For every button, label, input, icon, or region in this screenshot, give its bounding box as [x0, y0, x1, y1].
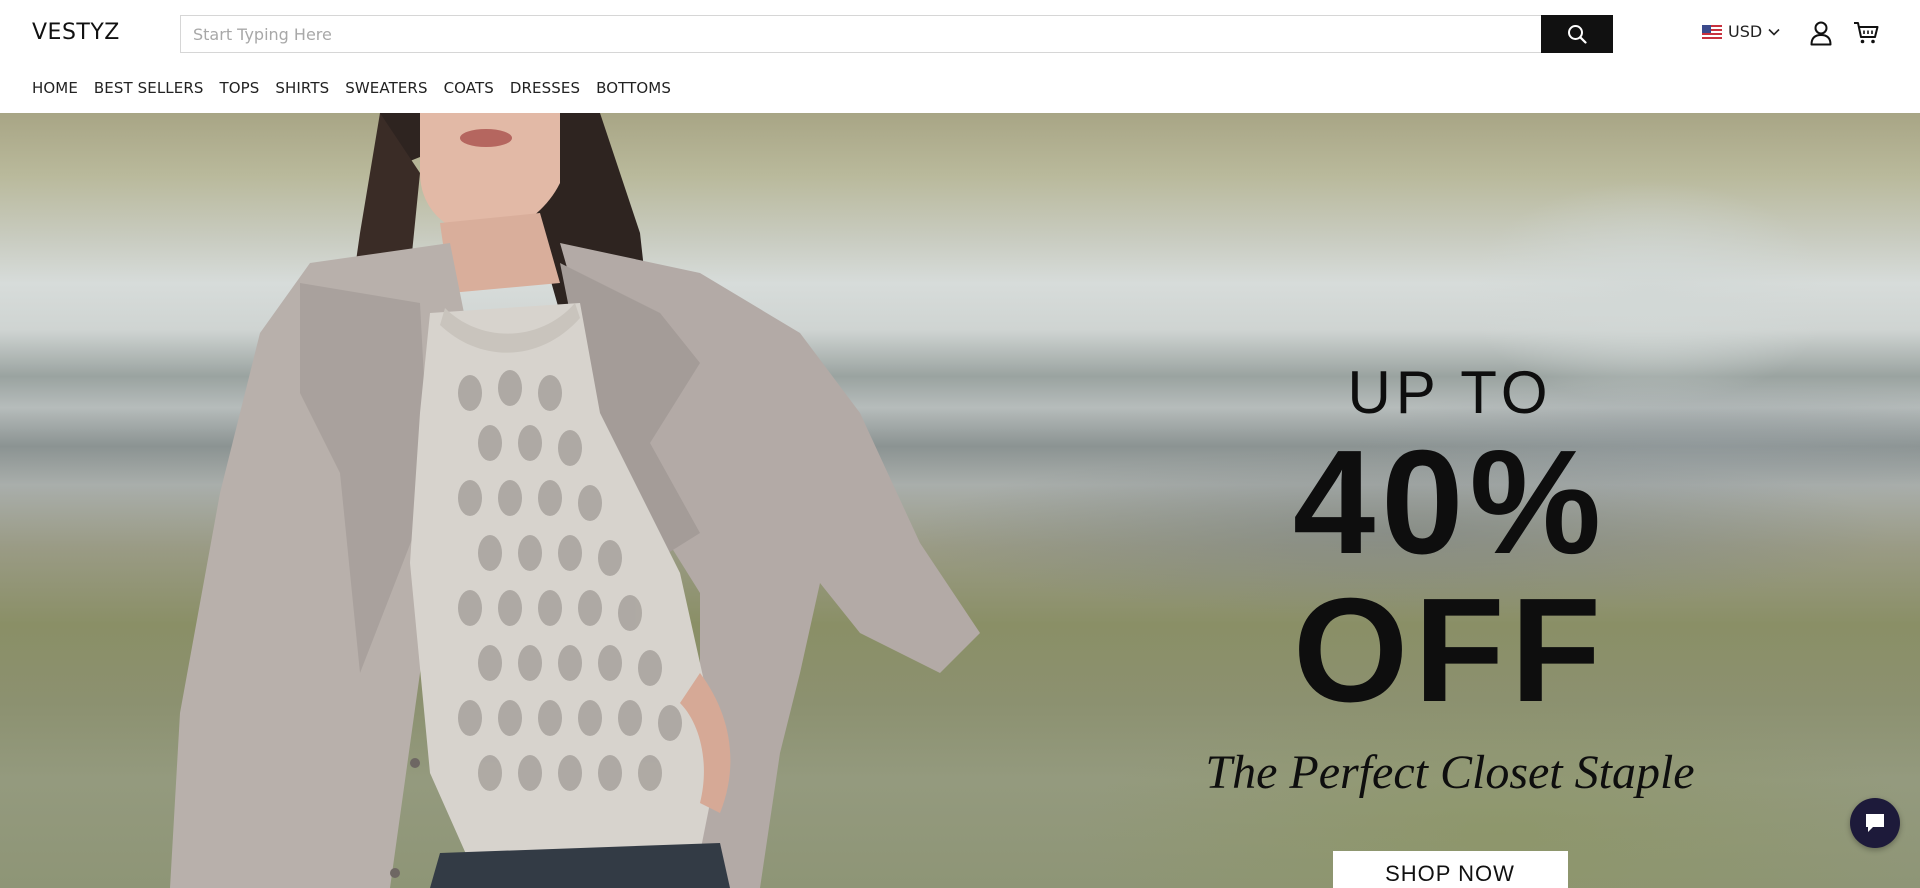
promo-headline-large: 40% OFF — [1292, 420, 1608, 733]
search-button[interactable] — [1541, 15, 1613, 53]
nav-item-best-sellers[interactable]: BEST SELLERS — [94, 79, 204, 97]
promo-tagline: The Perfect Closet Staple — [1205, 746, 1695, 799]
search-bar — [180, 15, 1613, 53]
search-input[interactable] — [180, 15, 1541, 53]
search-icon — [1568, 25, 1587, 44]
hero-banner[interactable]: UP TO 40% OFF The Perfect Closet Staple … — [0, 113, 1920, 888]
currency-selector[interactable]: USD — [1702, 22, 1780, 41]
chat-icon — [1866, 814, 1884, 832]
main-nav: HOME BEST SELLERS TOPS SHIRTS SWEATERS C… — [32, 79, 687, 97]
cart-icon[interactable] — [1853, 21, 1879, 45]
chevron-down-icon — [1768, 28, 1780, 36]
promo-block: UP TO 40% OFF The Perfect Closet Staple … — [1160, 363, 1740, 888]
nav-item-shirts[interactable]: SHIRTS — [275, 79, 329, 97]
nav-item-coats[interactable]: COATS — [444, 79, 494, 97]
nav-item-dresses[interactable]: DRESSES — [510, 79, 580, 97]
us-flag-icon — [1702, 24, 1722, 39]
site-header: VESTYZ USD — [0, 0, 1920, 113]
site-logo[interactable]: VESTYZ — [32, 20, 120, 45]
promo-headline-small: UP TO — [1347, 359, 1553, 426]
nav-item-home[interactable]: HOME — [32, 79, 78, 97]
chat-widget-button[interactable] — [1850, 798, 1900, 848]
shop-now-button[interactable]: SHOP NOW — [1332, 851, 1568, 888]
nav-item-bottoms[interactable]: BOTTOMS — [596, 79, 671, 97]
hero-model-image — [170, 113, 980, 888]
nav-item-sweaters[interactable]: SWEATERS — [345, 79, 427, 97]
currency-code: USD — [1728, 22, 1763, 41]
user-icon[interactable] — [1809, 20, 1833, 46]
nav-item-tops[interactable]: TOPS — [219, 79, 259, 97]
